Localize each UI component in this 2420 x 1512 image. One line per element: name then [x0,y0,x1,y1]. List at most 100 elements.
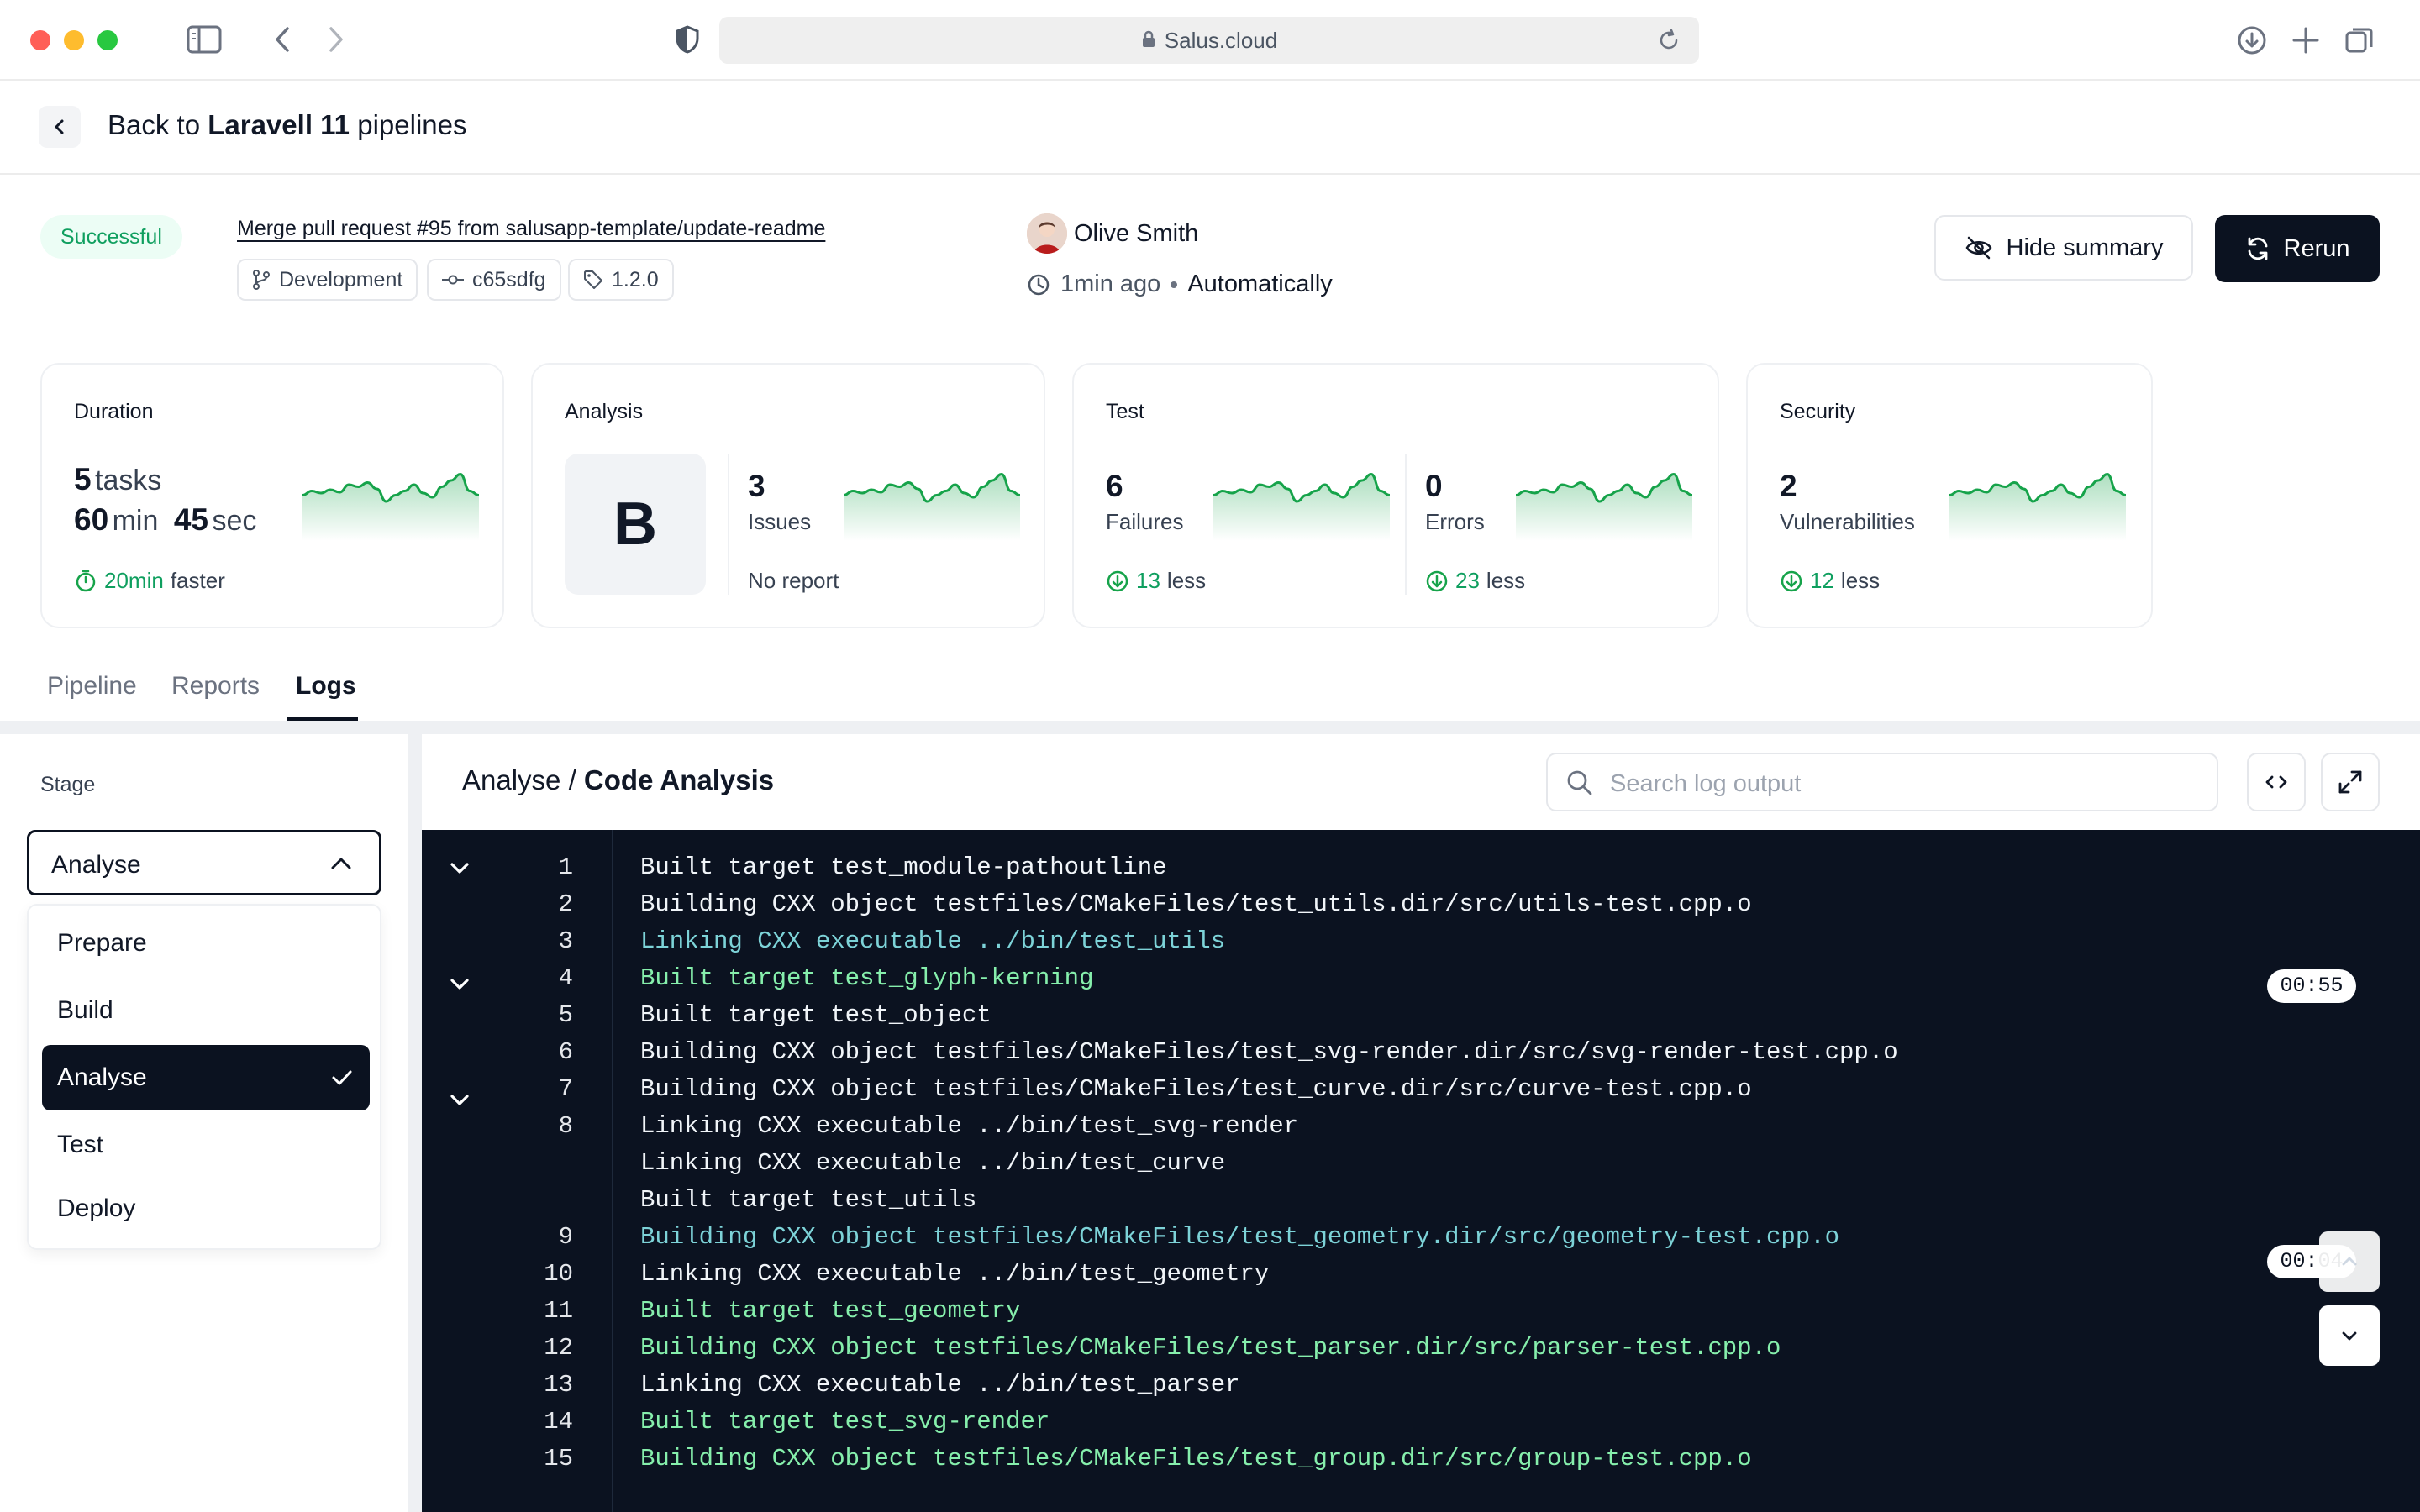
log-line-number: 7 [558,1075,573,1103]
analysis-card: Analysis B 3 Issues No report [531,363,1045,628]
test-title: Test [1106,400,1144,423]
forward-arrow-icon[interactable] [323,25,348,54]
analysis-grade: B [613,491,657,558]
branch-chip[interactable]: Development [237,259,418,301]
sparkline-area [1949,474,2126,541]
log-line-number: 12 [544,1334,573,1362]
minutes-label: min [112,505,159,537]
log-line-number: 1 [558,853,573,881]
back-button[interactable] [39,106,81,148]
errors-label: Errors [1425,509,1485,534]
collapse-group-chevron-icon[interactable] [447,971,472,996]
url-text: Salus.cloud [719,17,1699,64]
back-arrow-icon[interactable] [271,25,296,54]
collapse-group-chevron-icon[interactable] [447,1087,472,1112]
collapse-group-chevron-icon[interactable] [447,855,472,880]
tab-pipeline[interactable]: Pipeline [47,672,137,701]
failures-label: Failures [1106,509,1184,534]
duration-delta-label: faster [170,568,225,593]
seconds-value: 45 [173,502,209,537]
expand-fullscreen-button[interactable] [2321,753,2380,811]
log-title-job: Code Analysis [583,764,775,795]
stage-panel: Stage Analyse Prepare Build Analyse Test… [0,734,408,1512]
log-line-text: Built target test_glyph-kerning [640,964,1094,992]
tag-label: 1.2.0 [612,267,659,291]
scroll-bottom-button[interactable] [2319,1305,2380,1366]
tab-overview-icon[interactable] [2344,25,2375,55]
tag-chip[interactable]: 1.2.0 [568,259,674,301]
reload-icon[interactable] [1657,29,1681,52]
toggle-code-view-button[interactable] [2247,753,2306,811]
stage-option-test[interactable]: Test [42,1112,370,1178]
browser-toolbar: Salus.cloud [0,0,2420,81]
sparkline-area [1516,474,1692,541]
sparkline-area [1213,474,1390,541]
duration-time: 60 min 45 sec [74,502,256,538]
tag-icon [584,270,602,289]
author-name: Olive Smith [1074,220,1199,247]
issues-value: 3 [748,469,765,503]
rerun-button[interactable]: Rerun [2215,215,2380,282]
duration-tasks: 5 tasks [74,462,161,497]
security-card: Security 2 Vulnerabilities 12 less [1746,363,2153,628]
seconds-label: sec [212,505,257,537]
back-suffix: pipelines [350,109,467,140]
log-line-text: Built target test_svg-render [640,1408,1050,1436]
log-search-input[interactable]: Search log output [1546,753,2218,811]
log-search-placeholder: Search log output [1610,770,1802,797]
duration-sparkline [302,465,479,541]
security-sparkline [1949,465,2126,541]
tab-logs[interactable]: Logs [296,672,356,701]
errors-sparkline [1516,465,1692,541]
sidebar-toggle-icon[interactable] [187,25,222,54]
errors-delta: 23 less [1425,568,1525,594]
analysis-title: Analysis [565,400,644,423]
close-window-button[interactable] [30,30,50,50]
stage-option-prepare[interactable]: Prepare [42,911,370,976]
test-divider [1405,454,1407,595]
address-bar[interactable]: Salus.cloud [719,17,1699,64]
log-title: Analyse / Code Analysis [462,764,774,796]
hide-summary-button[interactable]: Hide summary [1934,215,2193,281]
separator-dot-icon [1171,281,1178,288]
vulnerabilities-value: 2 [1780,469,1797,503]
stage-option-build[interactable]: Build [42,978,370,1043]
minutes-value: 60 [74,502,109,537]
step-duration-badge: 00:55 [2267,969,2356,1003]
scroll-top-button[interactable] [2319,1231,2380,1292]
log-line-text: Linking CXX executable ../bin/test_geome… [640,1260,1270,1288]
log-line-number: 9 [558,1223,573,1251]
stage-select[interactable]: Analyse [27,830,381,895]
git-branch-icon [253,270,270,290]
expand-icon [2338,770,2362,794]
rerun-label: Rerun [2283,234,2350,262]
arrow-down-circle-icon [1781,570,1802,591]
stage-option-analyse[interactable]: Analyse [42,1045,370,1110]
commit-message-link[interactable]: Merge pull request #95 from salusapp-tem… [237,217,825,241]
minimize-window-button[interactable] [64,30,84,50]
new-tab-icon[interactable] [2291,25,2321,55]
analysis-sparkline [844,465,1020,541]
errors-delta-value: 23 [1455,568,1480,593]
page-header: Back to Laravell 11 pipelines [0,81,2420,175]
log-line-text: Linking CXX executable ../bin/test_utils [640,927,1226,955]
log-line-number: 14 [544,1408,573,1436]
log-line-number: 6 [558,1038,573,1066]
stage-option-deploy[interactable]: Deploy [42,1176,370,1242]
log-console[interactable]: 1 Built target test_module-pathoutline 2 Bu… [422,830,2420,1512]
failures-delta-value: 13 [1136,568,1160,593]
log-line-text: Built target test_geometry [640,1297,1021,1325]
commit-chip[interactable]: c65sdfg [427,259,561,301]
privacy-shield-icon[interactable] [676,25,699,54]
refresh-icon [2248,237,2267,260]
maximize-window-button[interactable] [97,30,118,50]
download-icon[interactable] [2237,25,2267,55]
failures-value: 6 [1106,469,1123,503]
log-line-text: Building CXX object testfiles/CMakeFiles… [640,1334,1781,1362]
run-trigger: Automatically [1187,270,1333,297]
analysis-divider [728,454,729,595]
back-link[interactable]: Back to Laravell 11 pipelines [108,109,466,141]
hide-summary-label: Hide summary [2006,234,2164,261]
tab-reports[interactable]: Reports [171,672,260,701]
test-card: Test 6 Failures 13 less 0 Errors 23 less [1072,363,1719,628]
